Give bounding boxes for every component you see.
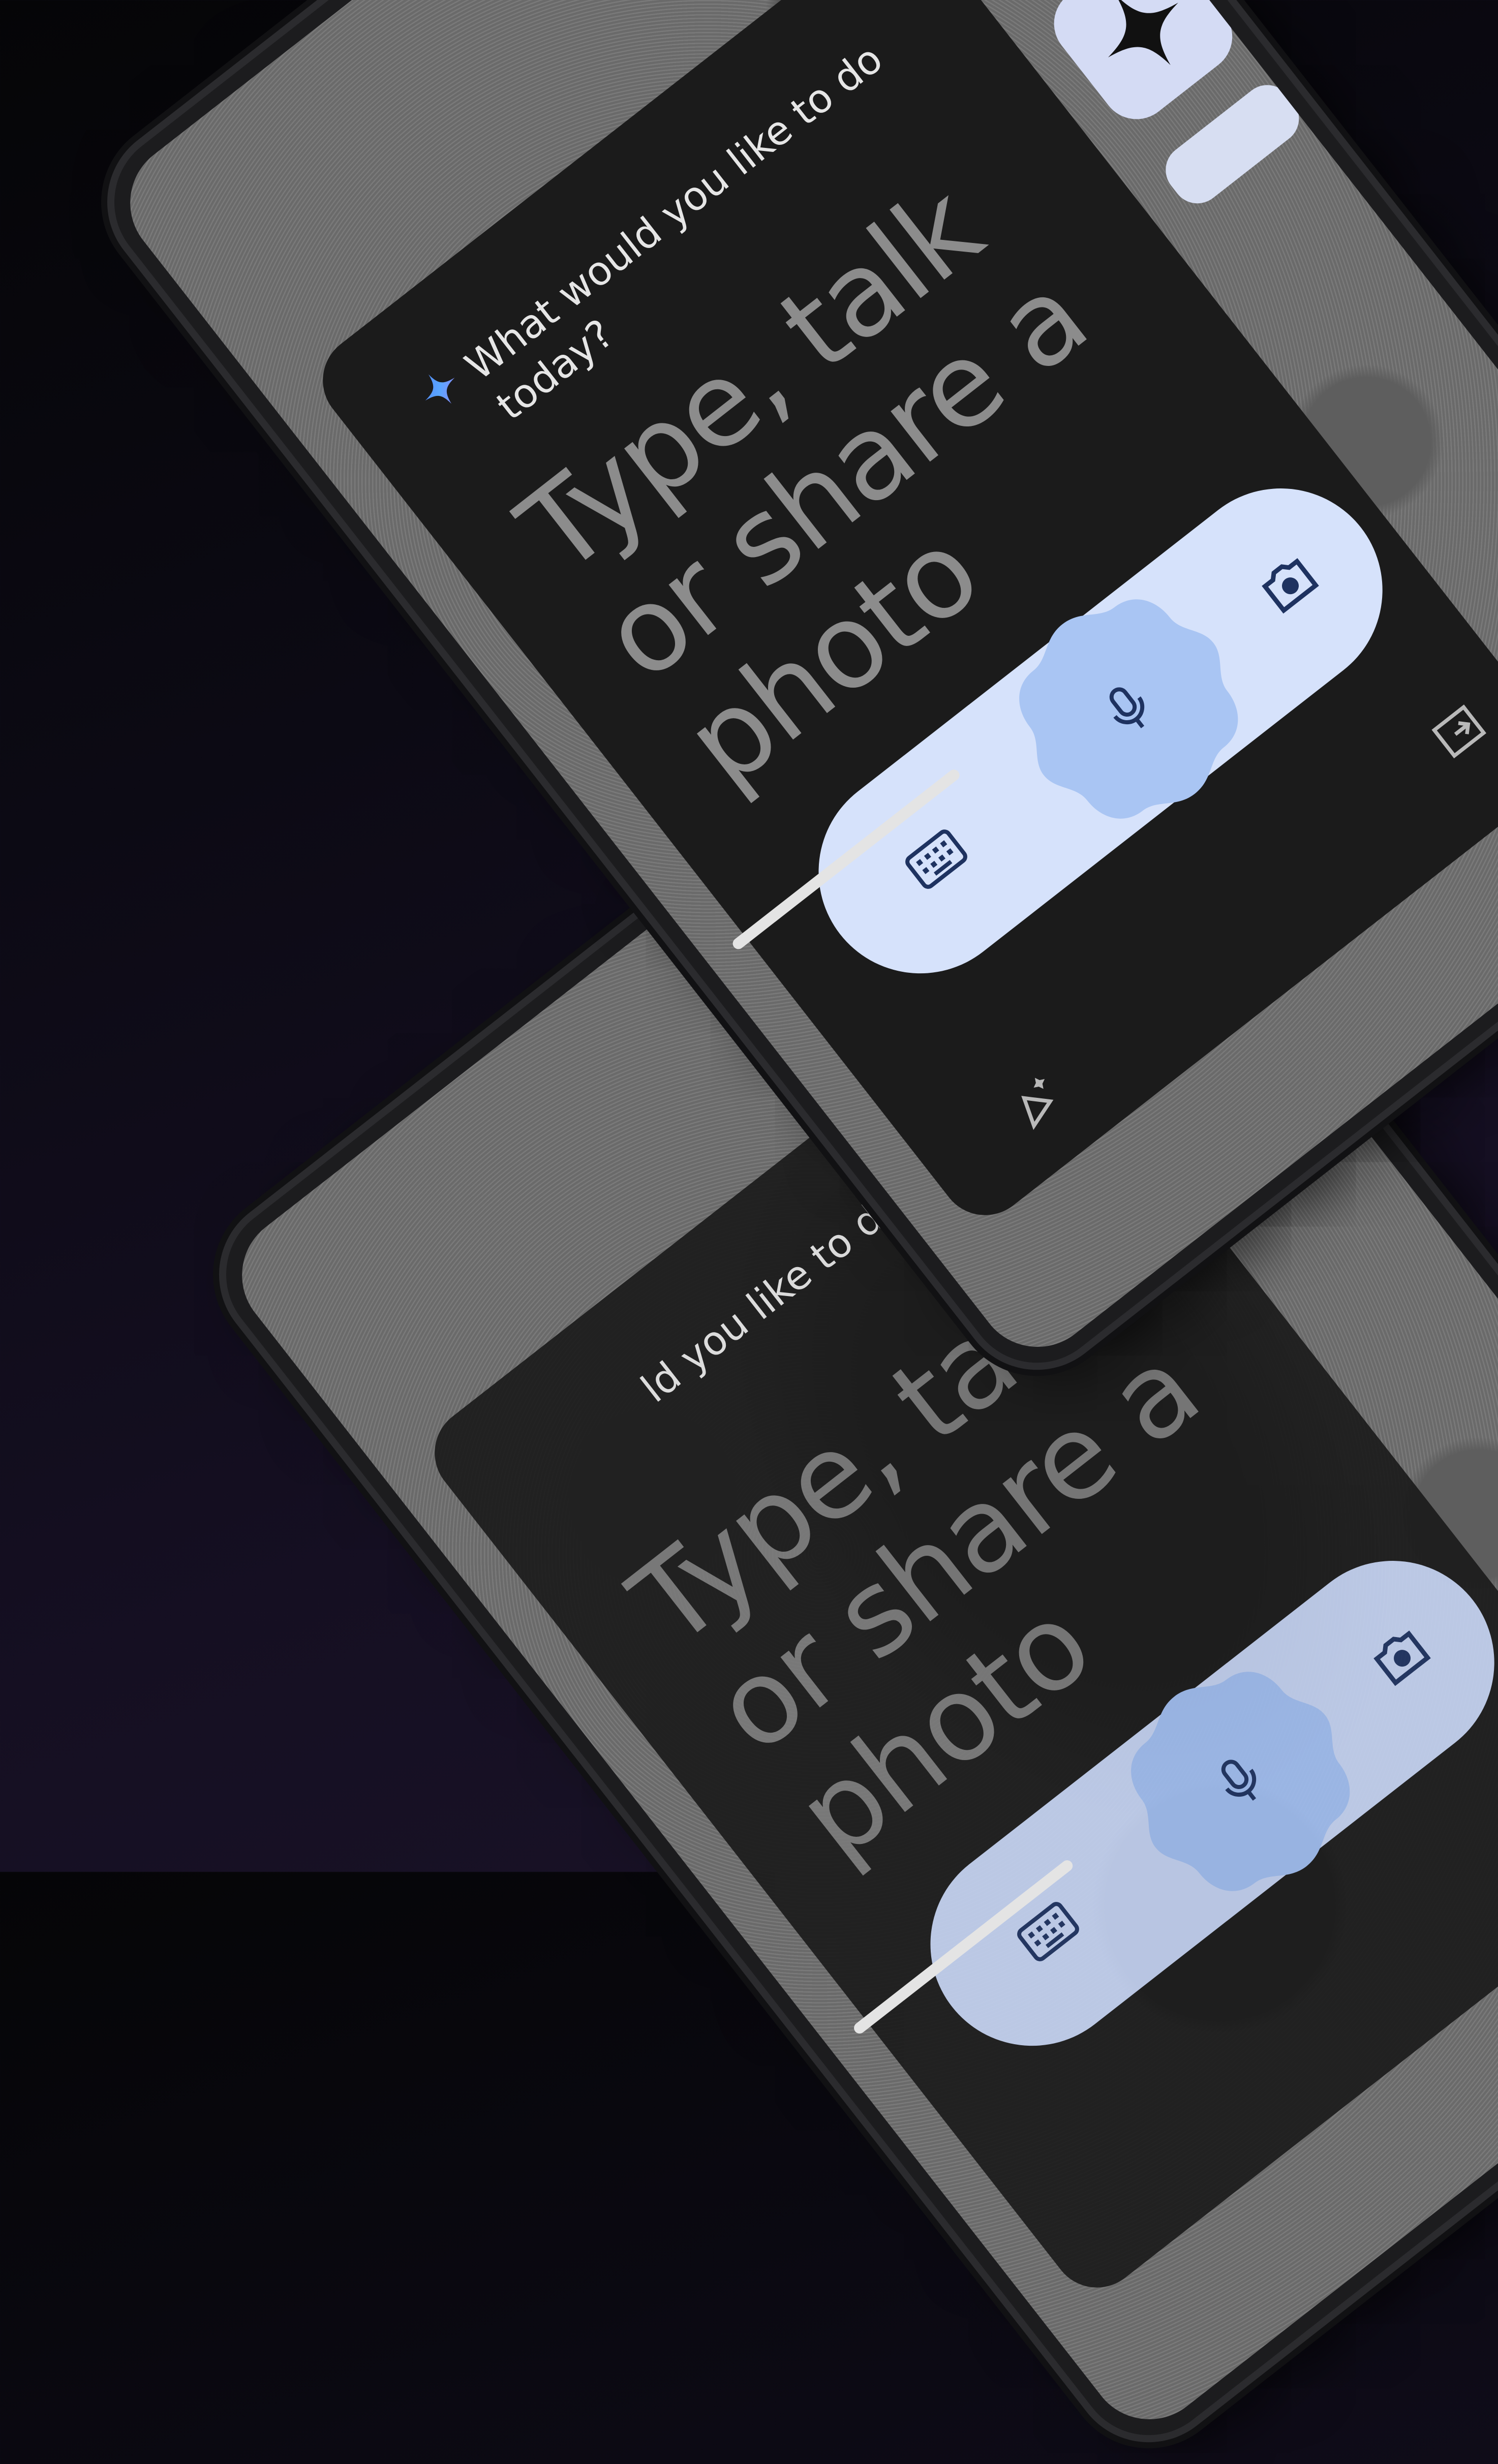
edit-sparkle-icon[interactable] bbox=[998, 1060, 1076, 1138]
camera-icon[interactable] bbox=[1358, 1613, 1443, 1699]
sparkle-icon bbox=[1108, 0, 1178, 66]
app-icon-gemini[interactable] bbox=[1040, 0, 1247, 134]
gemini-sparkle-icon bbox=[425, 374, 455, 404]
keyboard-icon[interactable] bbox=[894, 816, 979, 902]
camera-icon[interactable] bbox=[1246, 541, 1331, 626]
share-screen-icon[interactable] bbox=[1420, 692, 1498, 771]
